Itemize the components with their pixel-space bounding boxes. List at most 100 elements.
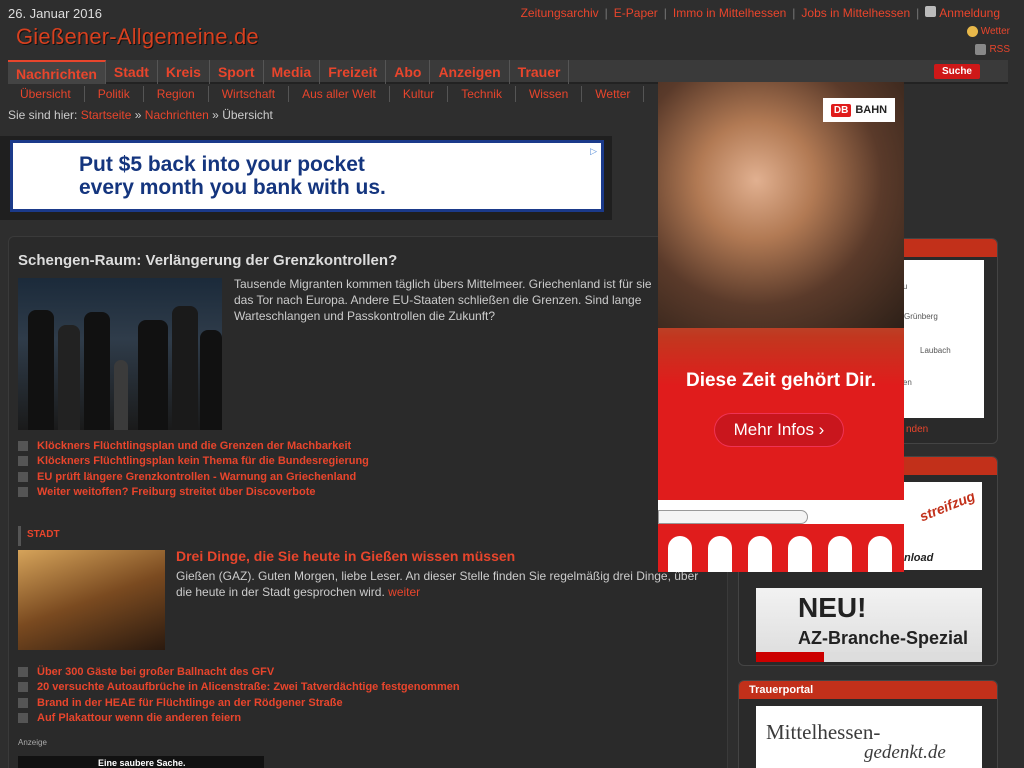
db-logo-mark: DB [830,103,852,117]
neu-sub-label: AZ-Branche-Spezial [798,628,969,648]
subnav-wirtschaft[interactable]: Wirtschaft [209,86,290,102]
subnav-wetter[interactable]: Wetter [582,86,645,102]
article-image[interactable] [18,278,222,430]
list-item[interactable]: 20 versuchte Autoaufbrüche in Alicenstra… [18,680,460,696]
section-header-stadt: STADT [18,526,718,546]
stadt-more-link[interactable]: weiter [388,585,420,599]
anzeige-label: Anzeige [18,738,47,747]
rss-link[interactable]: RSS [975,44,1010,55]
sub-nav: Übersicht Politik Region Wirtschaft Aus … [8,86,645,102]
small-ad[interactable]: Eine saubere Sache. [18,756,264,768]
search-button[interactable]: Suche [933,64,980,79]
subnav-aus-aller-welt[interactable]: Aus aller Welt [289,86,390,102]
nav-media[interactable]: Media [264,60,321,84]
streifzug-ad[interactable]: streifzug nload [900,482,982,570]
az-branche-ad[interactable]: NEU! AZ-Branche-Spezial [756,588,982,662]
section-stadt-label[interactable]: STADT [27,529,60,540]
subnav-region[interactable]: Region [144,86,209,102]
weather-label: Wetter [980,26,1010,37]
related-link[interactable]: Klöckners Flüchtlingsplan kein Thema für… [37,455,369,467]
db-logo: DB BAHN [823,98,895,122]
nav-freizeit[interactable]: Freizeit [320,60,387,84]
date: 26. Januar 2016 [8,6,102,21]
link-jobs[interactable]: Jobs in Mittelhessen [801,6,910,20]
banner-ad[interactable]: Put $5 back into your pocket every month… [0,136,612,220]
gedenkt-ad[interactable]: Mittelhessen- gedenkt.de [756,706,982,768]
nav-sport[interactable]: Sport [210,60,264,84]
streifzug-sub: nload [904,552,934,564]
breadcrumb-sep: » [134,108,142,122]
link-epaper[interactable]: E-Paper [614,6,658,20]
nav-kreis[interactable]: Kreis [158,60,210,84]
db-logo-text: BAHN [855,104,888,116]
stadt-teaser: Gießen (GAZ). Guten Morgen, liebe Leser.… [176,568,706,600]
db-slogan: Diese Zeit gehört Dir. [685,370,877,391]
rss-label: RSS [989,44,1010,55]
list-item[interactable]: Klöckners Flüchtlingsplan kein Thema für… [18,454,369,470]
breadcrumb-section[interactable]: Nachrichten [145,108,209,122]
list-item[interactable]: Klöckners Flüchtlingsplan und die Grenze… [18,438,369,454]
nav-stadt[interactable]: Stadt [106,60,158,84]
link-zeitungsarchiv[interactable]: Zeitungsarchiv [521,6,599,20]
nav-abo[interactable]: Abo [386,60,431,84]
trauer-head: Trauerportal [739,681,997,699]
top-links: Zeitungsarchiv | E-Paper | Immo in Mittelh… [520,6,1000,20]
subnav-politik[interactable]: Politik [85,86,144,102]
nav-anzeigen[interactable]: Anzeigen [430,60,510,84]
link-anmeldung[interactable]: Anmeldung [939,6,1000,20]
related-link[interactable]: Auf Plakattour wenn die anderen feiern [37,712,241,724]
db-train-graphic [658,500,904,572]
neu-label: NEU! [798,592,867,623]
trauer-title: Trauerportal [749,684,814,696]
map-link[interactable]: nden [906,424,928,435]
article-title[interactable]: Schengen-Raum: Verlängerung der Grenzkon… [18,252,397,269]
related-link[interactable]: Weiter weitoffen? Freiburg streitet über… [37,486,316,498]
nav-trauer[interactable]: Trauer [510,60,570,84]
breadcrumb-current: Übersicht [222,108,273,122]
banner-ad-text: Put $5 back into your pocket every month… [79,153,386,199]
breadcrumb: Sie sind hier: Startseite » Nachrichten … [8,108,273,122]
subnav-uebersicht[interactable]: Übersicht [8,86,85,102]
nav-nachrichten[interactable]: Nachrichten [8,60,106,84]
streifzug-text: streifzug [917,487,978,525]
article-teaser: Tausende Migranten kommen täglich übers … [234,277,652,323]
stadt-related-list: Über 300 Gäste bei großer Ballnacht des … [18,664,460,726]
stadt-image[interactable] [18,550,165,650]
link-immo[interactable]: Immo in Mittelhessen [673,6,786,20]
related-link[interactable]: 20 versuchte Autoaufbrüche in Alicenstra… [37,681,460,693]
related-link[interactable]: Über 300 Gäste bei großer Ballnacht des … [37,666,274,678]
region-map[interactable]: nau Grünberg Laubach ngen [892,260,984,418]
weather-icon [966,26,978,37]
list-item[interactable]: Weiter weitoffen? Freiburg streitet über… [18,485,369,501]
article-related-list: Klöckners Flüchtlingsplan und die Grenze… [18,438,369,500]
banner-line1: Put $5 back into your pocket [79,153,365,176]
banner-line2: every month you bank with us. [79,176,386,199]
breadcrumb-sep: » [212,108,219,122]
list-item[interactable]: Über 300 Gäste bei großer Ballnacht des … [18,664,460,680]
gedenkt-line2: gedenkt.de [864,742,946,763]
stadt-title[interactable]: Drei Dinge, die Sie heute in Gießen wiss… [176,548,515,564]
adchoices-icon[interactable]: ▷ [590,146,597,157]
weather-link[interactable]: Wetter [966,26,1010,37]
db-bahn-ad[interactable]: DB BAHN Diese Zeit gehört Dir. Mehr Info… [658,82,904,572]
rss-icon [975,44,987,55]
user-icon [925,6,937,17]
breadcrumb-prefix: Sie sind hier: [8,108,78,122]
small-ad-text: Eine saubere Sache. [98,758,186,768]
map-label: Grünberg [904,312,938,321]
subnav-wissen[interactable]: Wissen [516,86,583,102]
list-item[interactable]: Auf Plakattour wenn die anderen feiern [18,711,460,727]
related-link[interactable]: Brand in der HEAE für Flüchtlinge an der… [37,697,343,709]
map-label: Laubach [920,346,951,355]
related-link[interactable]: Klöckners Flüchtlingsplan und die Grenze… [37,440,351,452]
banner-ad-frame: Put $5 back into your pocket every month… [10,140,604,212]
stadt-teaser-text: Gießen (GAZ). Guten Morgen, liebe Leser.… [176,569,699,599]
related-link[interactable]: EU prüft längere Grenzkontrollen - Warnu… [37,471,356,483]
breadcrumb-home[interactable]: Startseite [81,108,132,122]
list-item[interactable]: Brand in der HEAE für Flüchtlinge an der… [18,695,460,711]
list-item[interactable]: EU prüft längere Grenzkontrollen - Warnu… [18,469,369,485]
db-more-info-button[interactable]: Mehr Infos › [715,414,843,446]
subnav-kultur[interactable]: Kultur [390,86,449,102]
subnav-technik[interactable]: Technik [448,86,516,102]
site-logo[interactable]: Gießener-Allgemeine.de [16,24,259,50]
